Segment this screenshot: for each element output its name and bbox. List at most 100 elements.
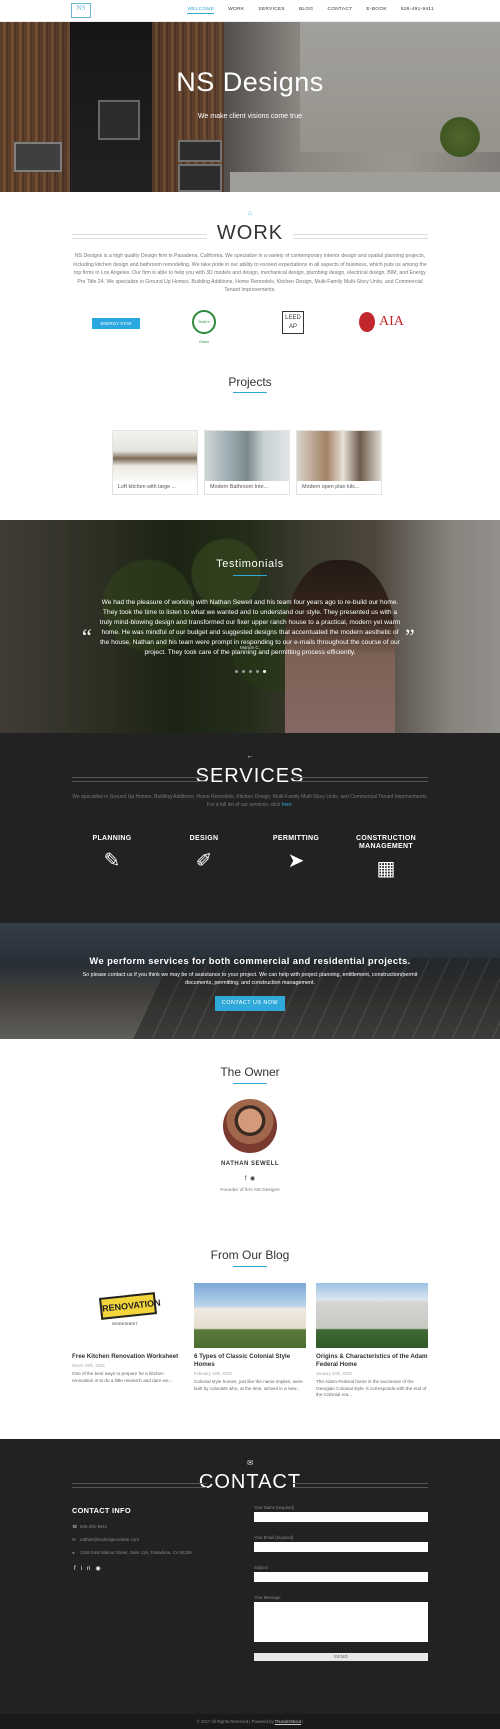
subject-input[interactable] bbox=[254, 1572, 428, 1582]
hero-banner: NS Designs We make client visions come t… bbox=[0, 22, 500, 192]
project-image[interactable] bbox=[113, 431, 197, 481]
blog-post-image[interactable] bbox=[316, 1283, 428, 1348]
project-card[interactable]: Modern open plan kitc... bbox=[296, 430, 382, 495]
testimonials-title-underline bbox=[233, 575, 267, 576]
building-icon: ▦ bbox=[376, 858, 396, 880]
service-label: PLANNING bbox=[92, 835, 132, 842]
services-section: ← SERVICES We specialize in Ground Up Ho… bbox=[0, 733, 500, 923]
contact-us-button[interactable]: CONTACT US NOW bbox=[215, 996, 285, 1011]
home-icon: ⌂ bbox=[247, 210, 253, 217]
name-input[interactable] bbox=[254, 1512, 428, 1522]
leed-ap-logo: LEED AP bbox=[282, 311, 304, 334]
footer-link[interactable]: ThunderSkout bbox=[275, 1719, 301, 1724]
cta-banner: We perform services for both commercial … bbox=[0, 923, 500, 1039]
message-label: Your Message bbox=[254, 1595, 281, 1600]
footer: © 2017 All Rights Reserved | Powered by … bbox=[0, 1714, 500, 1729]
project-caption[interactable]: Modern open plan kitc... bbox=[297, 481, 381, 493]
nav-links: WELCOME WORK SERVICES BLOG CONTACT E-BOO… bbox=[173, 7, 434, 14]
blog-post[interactable]: RENOVATION WORKSHEET Free Kitchen Renova… bbox=[72, 1283, 184, 1384]
cta-body: So please contact us if you think we may… bbox=[82, 972, 418, 986]
owner-title-underline bbox=[233, 1083, 267, 1084]
blog-post-title[interactable]: Origins & Characteristics of the Adam Fe… bbox=[316, 1353, 428, 1369]
carousel-dot[interactable] bbox=[241, 670, 245, 673]
projects-gallery: Loft kitchen with large ... Modern Bathr… bbox=[112, 430, 382, 495]
linkedin-icon[interactable]: in bbox=[81, 1566, 96, 1572]
service-design[interactable]: DESIGN ✐ bbox=[164, 835, 244, 873]
back-arrow-icon: ← bbox=[246, 753, 254, 760]
service-construction-management[interactable]: CONSTRUCTION MANAGEMENT ▦ bbox=[346, 835, 426, 881]
contact-address: ● 1245 East Walnut Street, Suite 116, Pas… bbox=[72, 1550, 192, 1555]
location-icon: ● bbox=[72, 1550, 75, 1555]
instagram-icon[interactable]: ◉ bbox=[250, 1176, 255, 1182]
service-planning[interactable]: PLANNING ✎ bbox=[72, 835, 152, 873]
carousel-dot[interactable] bbox=[255, 670, 259, 673]
site-logo[interactable]: NS bbox=[71, 3, 91, 18]
top-nav: NS WELCOME WORK SERVICES BLOG CONTACT E-… bbox=[0, 0, 500, 22]
mail-icon: ✉ bbox=[72, 1537, 76, 1542]
services-title: SERVICES bbox=[72, 765, 428, 788]
blog-post[interactable]: Origins & Characteristics of the Adam Fe… bbox=[316, 1283, 428, 1399]
project-caption[interactable]: Loft kitchen with large ... bbox=[113, 481, 197, 493]
blog-post-excerpt: The Adam-Federal home is the successor o… bbox=[316, 1379, 427, 1397]
contact-title: CONTACT bbox=[72, 1471, 428, 1494]
nav-services[interactable]: SERVICES bbox=[258, 7, 285, 14]
nav-blog[interactable]: BLOG bbox=[299, 7, 314, 14]
energy-star-logo: ENERGY STAR bbox=[92, 318, 140, 329]
project-image[interactable] bbox=[297, 431, 381, 481]
nav-ebook[interactable]: E-BOOK bbox=[366, 7, 386, 14]
page: NS WELCOME WORK SERVICES BLOG CONTACT E-… bbox=[0, 0, 500, 1729]
blog-post-title[interactable]: 6 Types of Classic Colonial Style Homes bbox=[194, 1353, 306, 1369]
testimonials-section: Testimonials “ We had the pleasure of wo… bbox=[0, 520, 500, 733]
blog-post[interactable]: 6 Types of Classic Colonial Style Homes … bbox=[194, 1283, 306, 1392]
blog-post-image[interactable] bbox=[194, 1283, 306, 1348]
nav-work[interactable]: WORK bbox=[228, 7, 244, 14]
send-button[interactable]: SEND bbox=[254, 1653, 428, 1661]
blog-post-date: March 16th, 2018 bbox=[72, 1363, 105, 1368]
project-card[interactable]: Loft kitchen with large ... bbox=[112, 430, 198, 495]
blog-post-title[interactable]: Free Kitchen Renovation Worksheet bbox=[72, 1353, 184, 1361]
email-label: Your Email (required) bbox=[254, 1535, 294, 1540]
blog-post-image[interactable]: RENOVATION WORKSHEET bbox=[72, 1283, 184, 1348]
services-here-link[interactable]: here. bbox=[282, 802, 293, 808]
cta-heading: We perform services for both commercial … bbox=[89, 955, 411, 966]
nav-welcome[interactable]: WELCOME bbox=[187, 7, 215, 14]
hero-title: NS Designs bbox=[176, 67, 324, 97]
paper-plane-icon: ➤ bbox=[287, 850, 305, 872]
blog-post-excerpt: One of the best ways to prepare for a ki… bbox=[72, 1371, 173, 1383]
nav-contact[interactable]: CONTACT bbox=[327, 7, 352, 14]
carousel-dot[interactable] bbox=[234, 670, 238, 673]
contact-phone[interactable]: ☎ 626-491-9411 bbox=[72, 1524, 107, 1530]
services-description: We specialize in Ground Up Homes, Buildi… bbox=[72, 794, 428, 808]
carousel-dot-active[interactable] bbox=[262, 670, 266, 673]
projects-title-underline bbox=[233, 392, 267, 393]
certification-logos: ENERGY STAR Build It Green LEED AP AIA bbox=[72, 308, 428, 344]
contact-email[interactable]: ✉ nathan@nsdesignsonline.com bbox=[72, 1537, 139, 1543]
work-title: WORK bbox=[72, 222, 428, 245]
subject-label: Subject bbox=[254, 1565, 268, 1570]
instagram-icon[interactable]: ◉ bbox=[95, 1566, 105, 1572]
work-description: NS Designs is a high quality Design firm… bbox=[73, 253, 427, 294]
owner-name: NATHAN SEWELL bbox=[220, 1161, 280, 1167]
blog-title: From Our Blog bbox=[210, 1248, 290, 1262]
project-caption[interactable]: Modern Bathroom Inte... bbox=[205, 481, 289, 493]
footer-copyright: © 2017 All Rights Reserved | Powered by bbox=[196, 1719, 275, 1724]
facebook-icon[interactable]: f bbox=[74, 1566, 81, 1572]
testimonials-title: Testimonials bbox=[216, 558, 284, 570]
carousel-dot[interactable] bbox=[248, 670, 252, 673]
envelope-icon: ✉ bbox=[247, 1460, 253, 1467]
project-image[interactable] bbox=[205, 431, 289, 481]
service-permitting[interactable]: PERMITTING ➤ bbox=[256, 835, 336, 873]
service-label: CONSTRUCTION MANAGEMENT bbox=[356, 835, 416, 850]
contact-section: ✉ CONTACT CONTACT INFO ☎ 626-491-9411 ✉ na… bbox=[0, 1439, 500, 1714]
aia-seal-icon bbox=[359, 312, 375, 332]
owner-avatar bbox=[223, 1099, 277, 1153]
testimonial-author: Marion C. bbox=[240, 645, 260, 650]
message-textarea[interactable] bbox=[254, 1602, 428, 1642]
aia-text: AIA bbox=[379, 314, 404, 330]
email-input[interactable] bbox=[254, 1542, 428, 1552]
project-card[interactable]: Modern Bathroom Inte... bbox=[204, 430, 290, 495]
nav-phone[interactable]: 626-491-9411 bbox=[401, 7, 434, 14]
phone-icon: ☎ bbox=[72, 1524, 78, 1529]
facebook-icon[interactable]: f bbox=[245, 1176, 247, 1182]
owner-social-links: f ◉ bbox=[0, 1175, 500, 1182]
